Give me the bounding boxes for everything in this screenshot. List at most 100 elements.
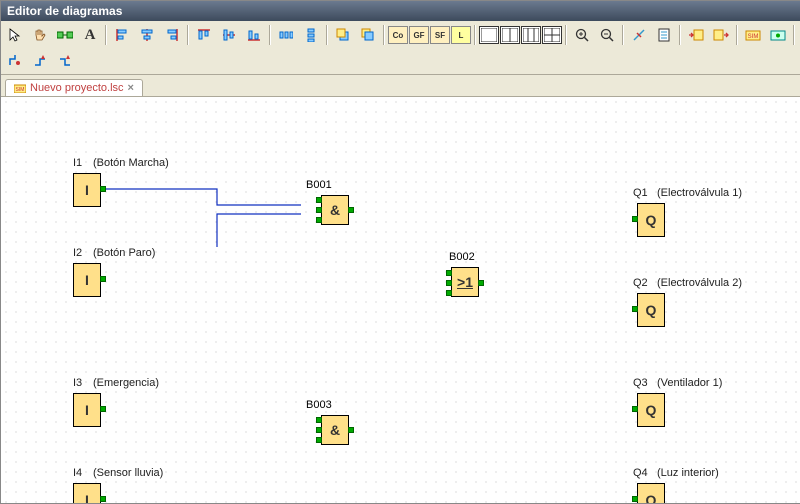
diagram-canvas[interactable]: I1 (Botón Marcha) I I2 (Botón Paro) I I3… <box>1 97 800 503</box>
special-fn-lib[interactable]: SF <box>430 26 450 44</box>
close-icon[interactable]: × <box>128 82 134 94</box>
align-bottom[interactable] <box>242 23 266 47</box>
output-block-q4[interactable]: Q <box>637 483 665 503</box>
pin <box>632 406 638 412</box>
simulation-tool[interactable]: SIM <box>741 23 765 47</box>
bring-front[interactable] <box>331 23 355 47</box>
toolbar-sep <box>269 25 271 45</box>
svg-text:SIM: SIM <box>16 87 25 93</box>
block-id: Q4 <box>633 467 648 479</box>
align-right[interactable] <box>160 23 184 47</box>
distribute-h[interactable] <box>274 23 298 47</box>
block-desc: (Ventilador 1) <box>657 377 722 389</box>
pin <box>632 306 638 312</box>
block-id: I1 <box>73 157 82 169</box>
layout-1col[interactable] <box>479 26 499 44</box>
pin <box>316 427 322 433</box>
input-block-i1[interactable]: I <box>73 173 101 207</box>
send-back[interactable] <box>356 23 380 47</box>
block-id: I2 <box>73 247 82 259</box>
step-tool-2[interactable] <box>28 48 52 72</box>
block-id: Q3 <box>633 377 648 389</box>
toolbar-sep <box>474 25 476 45</box>
tab-bar: SIM Nuevo proyecto.lsc × <box>1 75 800 97</box>
output-block-q1[interactable]: Q <box>637 203 665 237</box>
or-gate-b002[interactable]: >1 <box>451 267 479 297</box>
toolbar: A Co GF SF L SIM <box>1 21 800 75</box>
wires-layer <box>1 97 301 247</box>
pin <box>348 427 354 433</box>
online-test-tool[interactable] <box>766 23 790 47</box>
constants-lib[interactable]: Co <box>388 26 408 44</box>
pin <box>316 207 322 213</box>
zoom-out[interactable] <box>595 23 619 47</box>
toolbar-sep <box>187 25 189 45</box>
block-desc: (Botón Paro) <box>93 247 155 259</box>
window-title: Editor de diagramas <box>1 1 800 21</box>
align-top[interactable] <box>192 23 216 47</box>
from-plc-tool[interactable] <box>709 23 733 47</box>
pin <box>446 290 452 296</box>
pin <box>316 437 322 443</box>
step-tool-1[interactable] <box>3 48 27 72</box>
diagram-editor-window: Editor de diagramas A Co GF SF L <box>0 0 800 504</box>
pin <box>100 186 106 192</box>
cut-wire-tool[interactable] <box>627 23 651 47</box>
layout-grid[interactable] <box>542 26 562 44</box>
pin <box>348 207 354 213</box>
toolbar-sep <box>326 25 328 45</box>
block-desc: (Luz interior) <box>657 467 719 479</box>
block-id: B002 <box>449 251 475 263</box>
block-desc: (Emergencia) <box>93 377 159 389</box>
input-block-i3[interactable]: I <box>73 393 101 427</box>
toolbar-sep <box>105 25 107 45</box>
svg-text:SIM: SIM <box>748 34 759 40</box>
pointer-tool[interactable] <box>3 23 27 47</box>
block-id: I3 <box>73 377 82 389</box>
step-tool-3[interactable] <box>53 48 77 72</box>
pin <box>100 406 106 412</box>
block-desc: (Electroválvula 1) <box>657 187 742 199</box>
tab-label: Nuevo proyecto.lsc <box>30 82 124 94</box>
toolbar-sep <box>736 25 738 45</box>
goto-plc-tool[interactable] <box>684 23 708 47</box>
and-gate-b001[interactable]: & <box>321 195 349 225</box>
toolbar-sep <box>679 25 681 45</box>
block-id: B003 <box>306 399 332 411</box>
diagram-file-icon: SIM <box>14 83 26 93</box>
block-id: Q2 <box>633 277 648 289</box>
pin <box>100 496 106 502</box>
basic-fn-lib[interactable]: GF <box>409 26 429 44</box>
block-desc: (Botón Marcha) <box>93 157 169 169</box>
block-id: Q1 <box>633 187 648 199</box>
block-id: B001 <box>306 179 332 191</box>
output-block-q2[interactable]: Q <box>637 293 665 327</box>
align-hcenter[interactable] <box>217 23 241 47</box>
pin <box>632 216 638 222</box>
layout-3col[interactable] <box>521 26 541 44</box>
pin <box>316 417 322 423</box>
align-vcenter[interactable] <box>135 23 159 47</box>
block-desc: (Sensor lluvia) <box>93 467 163 479</box>
layout-2col[interactable] <box>500 26 520 44</box>
distribute-v[interactable] <box>299 23 323 47</box>
tab-nuevo-proyecto[interactable]: SIM Nuevo proyecto.lsc × <box>5 79 143 96</box>
text-tool[interactable]: A <box>78 23 102 47</box>
page-tool[interactable] <box>652 23 676 47</box>
input-block-i4[interactable]: I <box>73 483 101 503</box>
output-block-q3[interactable]: Q <box>637 393 665 427</box>
pin <box>316 197 322 203</box>
hand-tool[interactable] <box>28 23 52 47</box>
link-tool[interactable] <box>53 23 77 47</box>
toolbar-sep <box>383 25 385 45</box>
logic-lib[interactable]: L <box>451 26 471 44</box>
zoom-in[interactable] <box>570 23 594 47</box>
pin <box>316 217 322 223</box>
and-gate-b003[interactable]: & <box>321 415 349 445</box>
pin <box>632 496 638 502</box>
align-left[interactable] <box>110 23 134 47</box>
input-block-i2[interactable]: I <box>73 263 101 297</box>
pin <box>446 280 452 286</box>
block-id: I4 <box>73 467 82 479</box>
block-desc: (Electroválvula 2) <box>657 277 742 289</box>
